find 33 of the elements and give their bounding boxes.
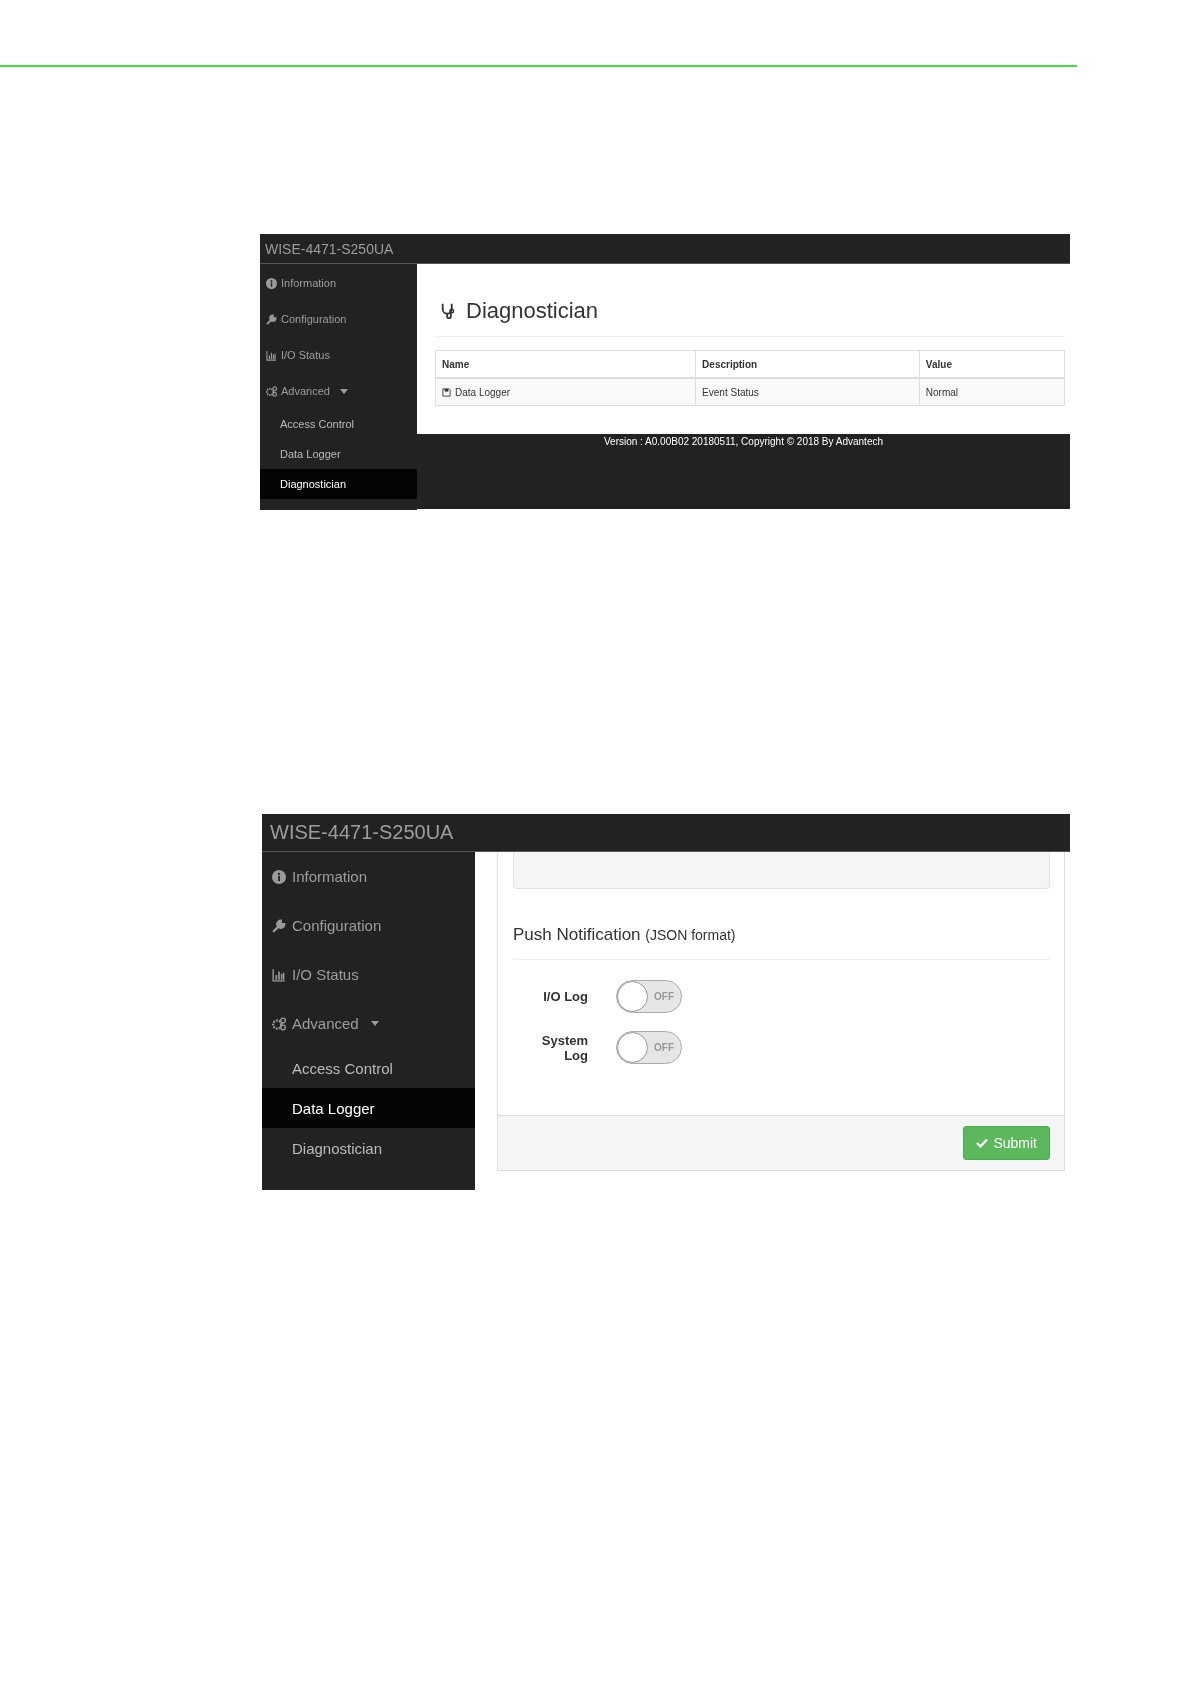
sidebar-item[interactable]: Advanced: [260, 373, 417, 409]
sidebar-item[interactable]: Advanced: [262, 999, 475, 1048]
sidebar-item[interactable]: Configuration: [260, 301, 417, 337]
toggle-label: I/O Log: [542, 989, 588, 1004]
device-title: WISE-4471-S250UA: [265, 240, 394, 257]
section-title: Push Notification (JSON format): [513, 925, 1050, 960]
table-cell: Event Status: [695, 378, 920, 406]
sidebar-item[interactable]: Diagnostician: [262, 1128, 475, 1168]
wrench-icon: [266, 313, 277, 325]
sidebar-item[interactable]: Information: [262, 852, 475, 901]
table-cell: Data Logger: [435, 378, 696, 406]
device-title: WISE-4471-S250UA: [270, 821, 454, 844]
info-icon: [272, 869, 286, 884]
bar-chart-icon: [272, 967, 286, 982]
sidebar-item[interactable]: I/O Status: [262, 950, 475, 999]
gears-icon: [272, 1016, 286, 1031]
check-icon: [976, 1138, 989, 1148]
sidebar-item[interactable]: Configuration: [262, 901, 475, 950]
table-cell: Normal: [919, 378, 1065, 406]
sidebar-item[interactable]: Access Control: [260, 409, 417, 439]
sidebar-item[interactable]: Data Logger: [260, 439, 417, 469]
toggle-label: System Log: [540, 1032, 588, 1063]
footer-text: Version : A0.00B02 20180511, Copyright © 2018 By Advantech: [603, 436, 884, 447]
gears-icon: [266, 385, 277, 397]
sidebar-item[interactable]: Diagnostician: [260, 469, 417, 499]
sidebar-item[interactable]: I/O Status: [260, 337, 417, 373]
bar-chart-icon: [266, 349, 277, 361]
sidebar-item[interactable]: Information: [260, 265, 417, 301]
info-icon: [266, 277, 277, 289]
wrench-icon: [272, 918, 286, 933]
sidebar-item[interactable]: Access Control: [262, 1048, 475, 1088]
sidebar-item[interactable]: Data Logger: [262, 1088, 475, 1128]
page-title: Diagnostician: [466, 298, 599, 324]
